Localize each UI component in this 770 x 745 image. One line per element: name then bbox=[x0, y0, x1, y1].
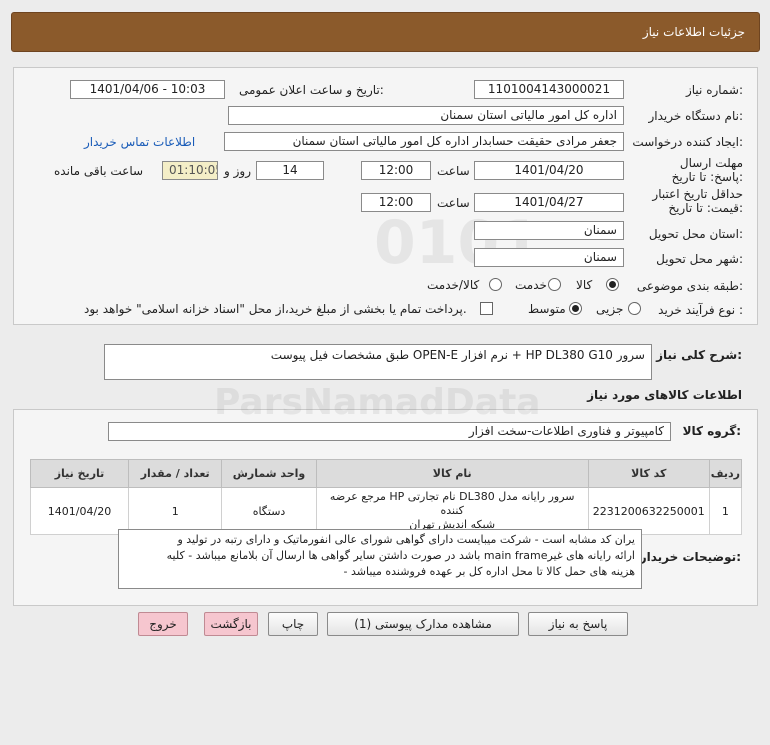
validity-date-field: 1401/04/27 bbox=[474, 193, 624, 212]
category-radio-goods[interactable] bbox=[606, 278, 619, 291]
cell-date: 1401/04/20 bbox=[29, 487, 130, 535]
process-radio-medium[interactable] bbox=[569, 302, 582, 315]
buyer-notes-label: توضیحات خریدار: bbox=[639, 550, 741, 564]
buyer-notes-line1: یران کد مشابه است - شرکت میبایست دارای گ… bbox=[177, 533, 635, 546]
category-option-goods-service: کالا/خدمت bbox=[427, 278, 480, 292]
remaining-time-field: 01:10:05 bbox=[162, 161, 218, 180]
process-radio-minor[interactable] bbox=[628, 302, 641, 315]
summary-text: سرور HP DL380 G10 + نرم افزار OPEN-E طبق… bbox=[270, 348, 645, 362]
days-field: 14 bbox=[256, 161, 324, 180]
process-option-minor: جزیی bbox=[596, 302, 624, 316]
need-number-label: شماره نیاز: bbox=[685, 83, 743, 97]
deadline-date-field: 1401/04/20 bbox=[474, 161, 624, 180]
page-title: جزئیات اطلاعات نیاز bbox=[642, 25, 745, 39]
category-option-goods: کالا bbox=[576, 278, 593, 292]
col-code: کد کالا bbox=[587, 459, 710, 488]
goods-section-title: اطلاعات کالاهای مورد نیاز bbox=[587, 388, 742, 402]
remaining-time-label: ساعت باقی مانده bbox=[54, 164, 144, 178]
col-unit: واحد شمارش bbox=[221, 459, 317, 488]
requester-label: ایجاد کننده درخواست: bbox=[632, 135, 743, 149]
cell-qty: 1 bbox=[128, 487, 223, 535]
buyer-notes-line2: ارائه رایانه های غیرmain frame باشد در ص… bbox=[166, 549, 635, 562]
need-number-field: 1101004143000021 bbox=[474, 80, 624, 99]
cell-code: 2231200632250001 bbox=[587, 487, 710, 535]
price-validity-label: حداقل تاریخ اعتبار قیمت: تا تاریخ: bbox=[652, 187, 743, 215]
category-label: طبقه بندی موضوعی: bbox=[636, 279, 743, 293]
cell-row: 1 bbox=[708, 487, 743, 535]
cell-name: سرور رایانه مدل DL380 نام تجارتی HP مرجع… bbox=[315, 487, 589, 535]
cell-unit: دستگاه bbox=[221, 487, 317, 535]
buyer-org-field: اداره کل امور مالیاتی استان سمنان bbox=[228, 106, 624, 125]
requester-field: جعفر مرادی حقیقت حسابدار اداره کل امور م… bbox=[224, 132, 624, 151]
page-header: جزئیات اطلاعات نیاز bbox=[11, 12, 760, 52]
goods-group-label: گروه کالا: bbox=[682, 424, 741, 438]
validity-time-field: 12:00 bbox=[361, 193, 431, 212]
print-button[interactable]: چاپ bbox=[268, 612, 318, 636]
table-row: 1 2231200632250001 سرور رایانه مدل DL380… bbox=[29, 487, 743, 535]
summary-field: سرور HP DL380 G10 + نرم افزار OPEN-E طبق… bbox=[104, 344, 652, 380]
col-row: ردیف bbox=[708, 459, 743, 488]
buyer-notes-line3: هزینه های حمل کالا تا محل اداره کل بر عه… bbox=[343, 565, 635, 578]
process-option-medium: متوسط bbox=[528, 302, 566, 316]
process-type-label: نوع فرآیند خرید : bbox=[658, 303, 743, 317]
watermark-text: ParsNamadData bbox=[214, 382, 541, 423]
view-attachments-button[interactable]: مشاهده مدارک پیوستی (1) bbox=[327, 612, 519, 636]
need-details-panel: 0101 شماره نیاز: 1101004143000021 تاریخ … bbox=[13, 67, 758, 325]
announce-label: تاریخ و ساعت اعلان عمومی: bbox=[239, 83, 384, 97]
city-label: شهر محل تحویل: bbox=[656, 252, 743, 266]
exit-button[interactable]: خروج bbox=[138, 612, 188, 636]
buyer-org-label: نام دستگاه خریدار: bbox=[648, 109, 744, 123]
treasury-checkbox[interactable] bbox=[480, 302, 493, 315]
cell-name-line1: سرور رایانه مدل DL380 نام تجارتی HP مرجع… bbox=[329, 490, 575, 517]
category-radio-goods-service[interactable] bbox=[489, 278, 502, 291]
announce-field: 1401/04/06 - 10:03 bbox=[70, 80, 225, 99]
watermark-logo: 0101 bbox=[374, 208, 541, 278]
city-field: سمنان bbox=[474, 248, 624, 267]
deadline-time-field: 12:00 bbox=[361, 161, 431, 180]
summary-label: شرح کلی نیاز: bbox=[656, 348, 742, 362]
deadline-time-label: ساعت bbox=[437, 164, 470, 178]
province-field: سمنان bbox=[474, 221, 624, 240]
col-date: تاریخ نیاز bbox=[29, 459, 130, 488]
goods-panel: ParsNamadData گروه کالا: کامپیوتر و فناو… bbox=[13, 382, 758, 606]
treasury-text: پرداخت تمام یا بخشی از مبلغ خرید،از محل … bbox=[84, 302, 467, 316]
deadline-label: مهلت ارسال پاسخ: تا تاریخ: bbox=[671, 156, 743, 184]
category-radio-service[interactable] bbox=[548, 278, 561, 291]
days-label: روز و bbox=[224, 164, 251, 178]
col-qty: تعداد / مقدار bbox=[128, 459, 223, 488]
category-option-service: خدمت bbox=[515, 278, 547, 292]
buyer-notes-field: یران کد مشابه است - شرکت میبایست دارای گ… bbox=[118, 529, 642, 589]
reply-button[interactable]: پاسخ به نیاز bbox=[528, 612, 628, 636]
col-name: نام کالا bbox=[315, 459, 589, 488]
goods-table-header: ردیف کد کالا نام کالا واحد شمارش تعداد /… bbox=[29, 459, 743, 488]
back-button[interactable]: بازگشت bbox=[204, 612, 258, 636]
validity-time-label: ساعت bbox=[437, 196, 470, 210]
contact-info-link[interactable]: اطلاعات تماس خریدار bbox=[84, 135, 195, 149]
goods-table: ردیف کد کالا نام کالا واحد شمارش تعداد /… bbox=[29, 459, 743, 535]
province-label: استان محل تحویل: bbox=[648, 227, 743, 241]
goods-group-field: کامپیوتر و فناوری اطلاعات-سخت افزار bbox=[108, 422, 671, 441]
